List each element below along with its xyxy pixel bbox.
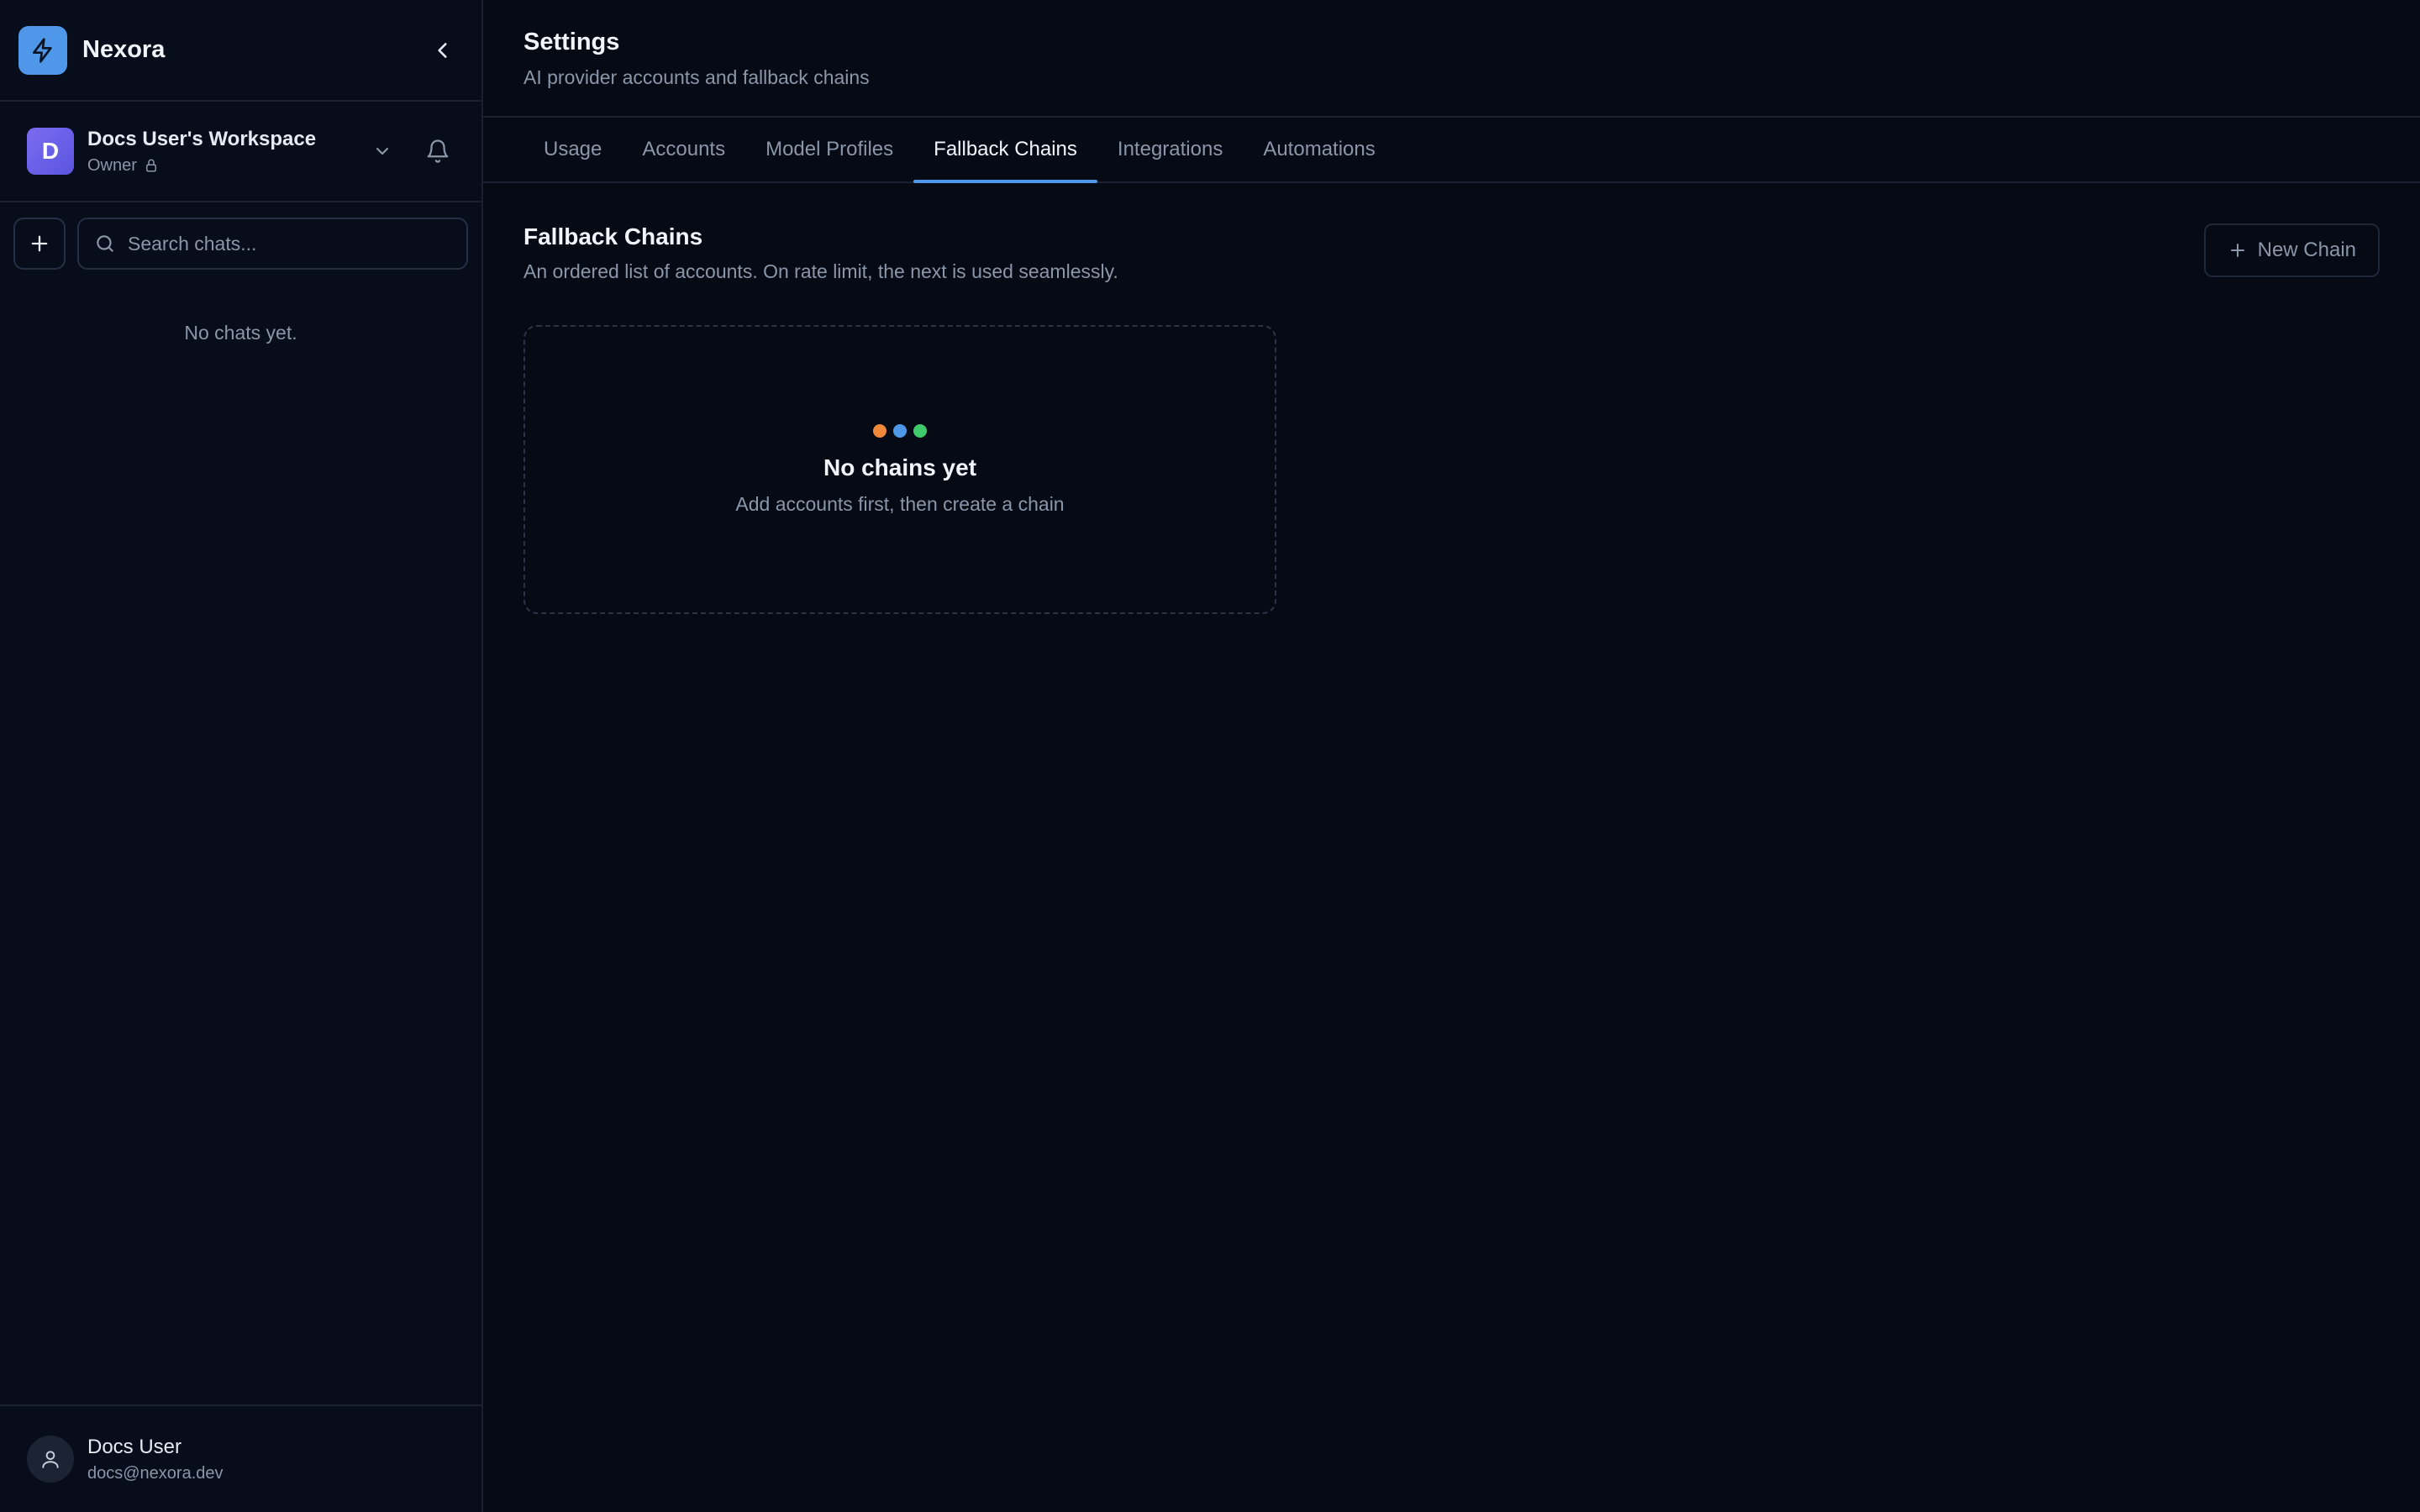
workspace-switcher[interactable]: D Docs User's Workspace Owner bbox=[0, 102, 481, 202]
workspace-role: Owner bbox=[87, 156, 316, 176]
tab-integrations[interactable]: Integrations bbox=[1097, 118, 1243, 181]
chevron-down-icon bbox=[376, 147, 389, 155]
fallback-chains-section: Fallback Chains An ordered list of accou… bbox=[483, 183, 2420, 654]
chain-dots-icon bbox=[873, 423, 927, 438]
tab-automations[interactable]: Automations bbox=[1243, 118, 1395, 181]
new-chain-button[interactable]: New Chain bbox=[2203, 223, 2380, 277]
lock-icon bbox=[145, 159, 156, 172]
tab-accounts[interactable]: Accounts bbox=[622, 118, 745, 181]
page-title: Settings bbox=[523, 29, 620, 55]
empty-state-description: Add accounts first, then create a chain bbox=[735, 492, 1065, 515]
search-box[interactable] bbox=[77, 218, 468, 270]
page-subtitle: AI provider accounts and fallback chains bbox=[523, 66, 870, 88]
tab-model-profiles[interactable]: Model Profiles bbox=[745, 118, 913, 181]
workspace-info: Docs User's Workspace Owner bbox=[87, 128, 316, 176]
collapse-sidebar-button[interactable] bbox=[423, 30, 463, 71]
settings-tabs: Usage Accounts Model Profiles Fallback C… bbox=[483, 118, 2420, 183]
tab-fallback-chains[interactable]: Fallback Chains bbox=[913, 118, 1097, 183]
user-info: Docs User docs@nexora.dev bbox=[87, 1436, 224, 1483]
section-description: An ordered list of accounts. On rate lim… bbox=[523, 260, 1118, 282]
main-content: Settings AI provider accounts and fallba… bbox=[483, 0, 2420, 1512]
user-email: docs@nexora.dev bbox=[87, 1463, 224, 1483]
section-title: Fallback Chains bbox=[523, 223, 703, 249]
empty-chains-card: No chains yet Add accounts first, then c… bbox=[523, 325, 1276, 614]
workspace-name: Docs User's Workspace bbox=[87, 127, 317, 150]
chevron-left-icon bbox=[438, 42, 447, 58]
dot-blue bbox=[893, 423, 907, 438]
user-icon bbox=[42, 1451, 59, 1468]
sidebar: Nexora D Docs User's Workspace Owner Sea… bbox=[0, 0, 483, 1512]
notifications-button[interactable] bbox=[421, 134, 455, 168]
search-row bbox=[0, 202, 481, 285]
user-avatar bbox=[27, 1436, 74, 1483]
workspace-dropdown-button[interactable] bbox=[367, 136, 397, 166]
dot-orange bbox=[873, 423, 886, 438]
page-header: Settings AI provider accounts and fallba… bbox=[483, 0, 2420, 118]
new-chain-label: New Chain bbox=[2257, 239, 2356, 261]
user-profile[interactable]: Docs User docs@nexora.dev bbox=[0, 1404, 481, 1512]
plus-icon bbox=[2230, 244, 2244, 257]
workspace-avatar: D bbox=[27, 128, 74, 175]
lightning-logo-icon bbox=[18, 25, 67, 75]
search-icon bbox=[97, 235, 113, 252]
user-name: Docs User bbox=[87, 1435, 182, 1458]
bell-icon bbox=[427, 139, 449, 163]
new-chat-button[interactable] bbox=[13, 218, 66, 270]
workspace-role-label: Owner bbox=[87, 155, 137, 175]
plus-icon bbox=[31, 235, 48, 252]
dot-green bbox=[913, 423, 927, 438]
tab-usage[interactable]: Usage bbox=[523, 118, 622, 181]
app-root: Nexora D Docs User's Workspace Owner Sea… bbox=[0, 0, 2420, 1512]
empty-state-title: No chains yet bbox=[823, 454, 977, 480]
empty-chats-message: No chats yet. bbox=[184, 322, 297, 344]
brand-header: Nexora bbox=[0, 0, 481, 102]
brand-name: Nexora bbox=[82, 36, 166, 63]
search-chats-input[interactable] bbox=[128, 232, 451, 255]
